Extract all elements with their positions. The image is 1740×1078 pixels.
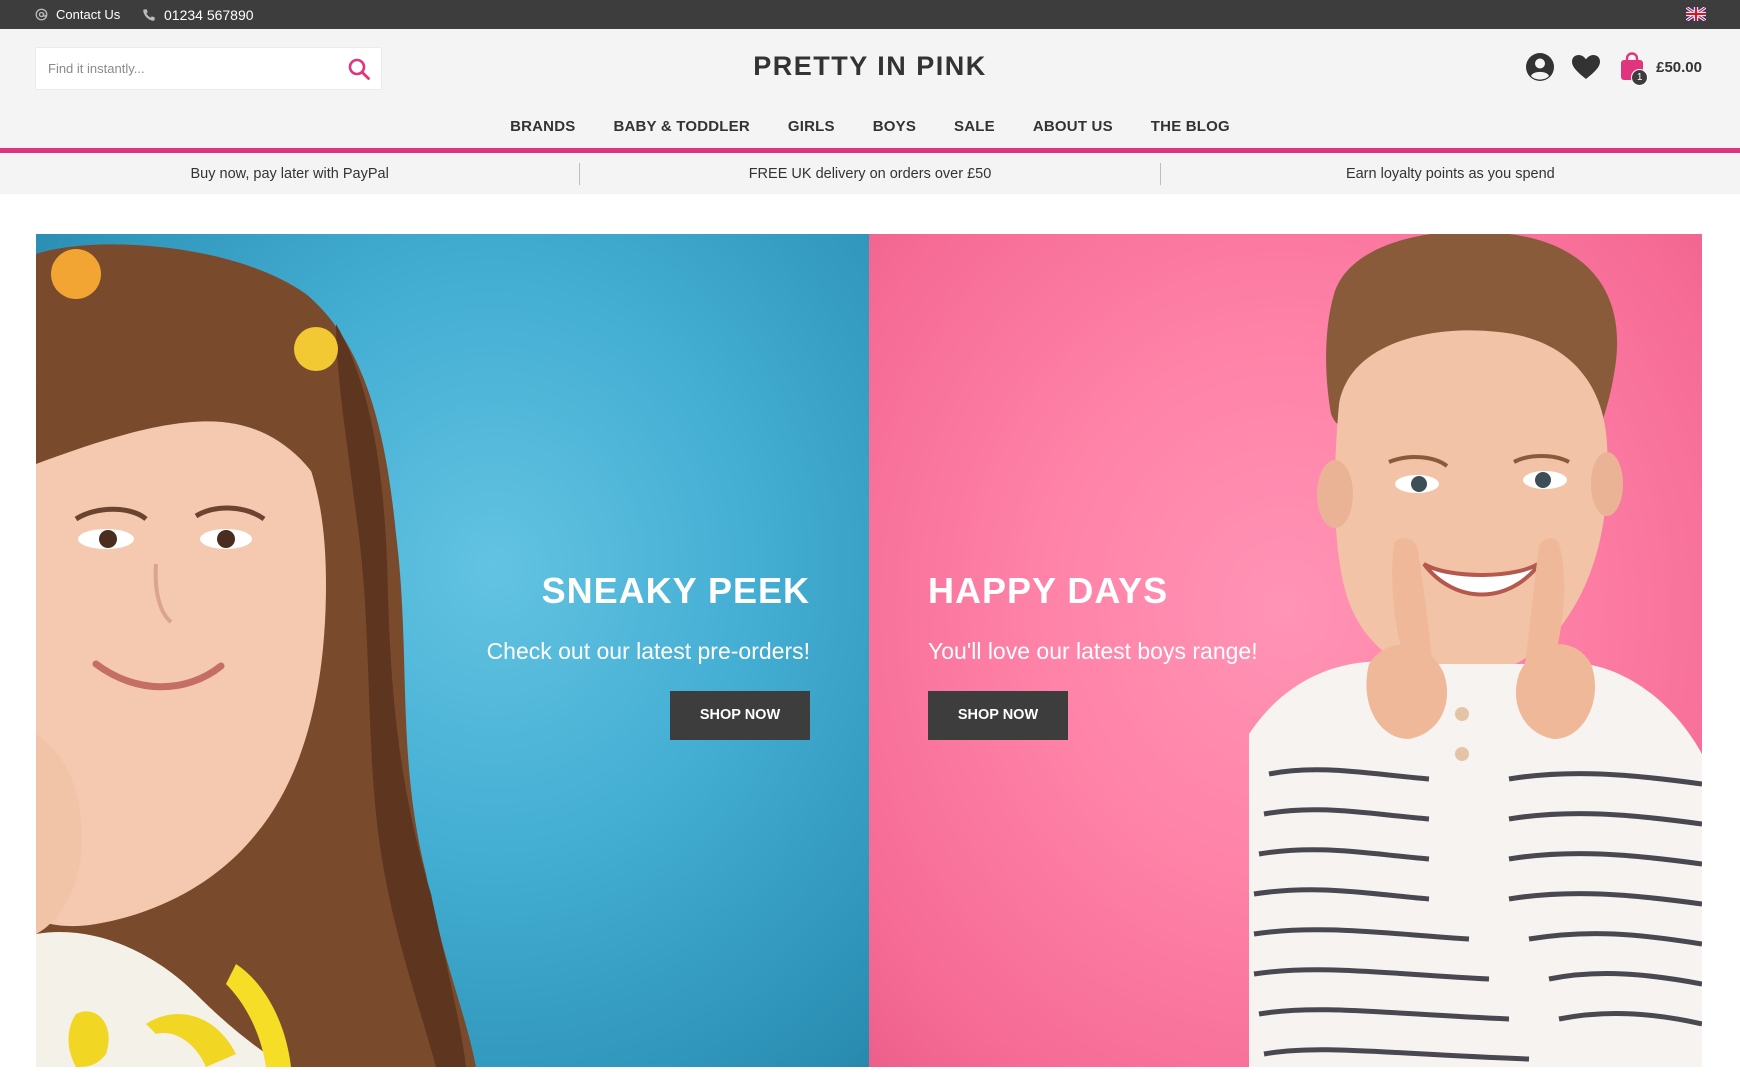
- hero-text-block: HAPPY DAYS You'll love our latest boys r…: [928, 570, 1258, 740]
- shop-now-button[interactable]: SHOP NOW: [670, 691, 810, 740]
- hero-subtitle: You'll love our latest boys range!: [928, 638, 1258, 664]
- hero-subtitle: Check out our latest pre-orders!: [486, 638, 810, 664]
- usp-loyalty: Earn loyalty points as you spend: [1345, 165, 1555, 182]
- site-header: PRETTY IN PINK 1 £50.00 BRANDS BABY & TO…: [0, 29, 1740, 148]
- nav-item-brands[interactable]: BRANDS: [491, 118, 594, 135]
- nav-item-the-blog[interactable]: THE BLOG: [1132, 118, 1249, 135]
- phone-link[interactable]: 01234 567890: [142, 7, 254, 23]
- usp-bar: Buy now, pay later with PayPal FREE UK d…: [0, 153, 1740, 194]
- hero-title: SNEAKY PEEK: [541, 570, 810, 611]
- uk-flag-icon[interactable]: [1685, 5, 1707, 23]
- header-actions: 1 £50.00: [1510, 51, 1702, 86]
- hero-title: HAPPY DAYS: [928, 570, 1169, 611]
- cart-button[interactable]: 1: [1616, 51, 1649, 86]
- cart-count-badge: 1: [1631, 69, 1649, 86]
- site-logo: PRETTY IN PINK: [0, 51, 1740, 82]
- top-utility-bar: Contact Us 01234 567890: [0, 0, 1740, 29]
- heart-icon: [1571, 54, 1601, 80]
- contact-us-label: Contact Us: [56, 7, 121, 22]
- account-button[interactable]: [1524, 51, 1556, 83]
- nav-item-about-us[interactable]: ABOUT US: [1014, 118, 1132, 135]
- shop-now-button[interactable]: SHOP NOW: [928, 691, 1068, 740]
- nav-item-girls[interactable]: GIRLS: [769, 118, 854, 135]
- wishlist-button[interactable]: [1570, 51, 1602, 83]
- brand-name[interactable]: PRETTY IN PINK: [753, 51, 987, 81]
- hero-text-block: SNEAKY PEEK Check out our latest pre-ord…: [487, 570, 810, 740]
- nav-item-sale[interactable]: SALE: [935, 118, 1014, 135]
- contact-us-link[interactable]: Contact Us: [35, 7, 120, 22]
- phone-number: 01234 567890: [164, 7, 254, 23]
- phone-icon: [142, 8, 156, 22]
- hero-banners: SNEAKY PEEK Check out our latest pre-ord…: [36, 234, 1702, 1067]
- user-icon: [1525, 52, 1555, 82]
- usp-paypal: Buy now, pay later with PayPal: [190, 165, 389, 182]
- hero-banner-sneaky-peek[interactable]: SNEAKY PEEK Check out our latest pre-ord…: [36, 234, 869, 1067]
- at-sign-icon: [35, 8, 48, 21]
- hero-banner-happy-days[interactable]: HAPPY DAYS You'll love our latest boys r…: [869, 234, 1702, 1067]
- nav-item-boys[interactable]: BOYS: [854, 118, 935, 135]
- main-navigation: BRANDS BABY & TODDLER GIRLS BOYS SALE AB…: [0, 118, 1740, 135]
- usp-free-delivery: FREE UK delivery on orders over £50: [748, 165, 992, 182]
- nav-item-baby-toddler[interactable]: BABY & TODDLER: [594, 118, 768, 135]
- cart-total[interactable]: £50.00: [1656, 59, 1702, 76]
